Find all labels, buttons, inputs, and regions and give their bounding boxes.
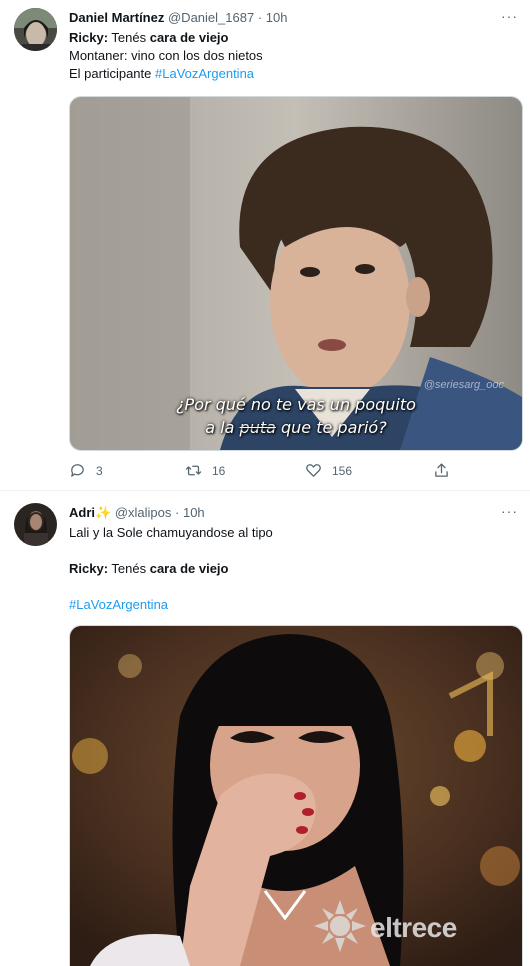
text-segment: El participante bbox=[69, 66, 155, 81]
retweet-button[interactable]: 16 bbox=[185, 462, 225, 479]
tweet-header: Daniel Martínez @Daniel_1687 · 10h bbox=[69, 10, 287, 26]
reply-count: 3 bbox=[96, 463, 103, 478]
text-line: Montaner: vino con los dos nietos bbox=[69, 48, 263, 63]
like-button[interactable]: 156 bbox=[305, 462, 352, 479]
media-logo-text: eltrece bbox=[370, 912, 457, 943]
avatar[interactable] bbox=[14, 503, 57, 546]
text-bold-phrase: cara de viejo bbox=[149, 30, 229, 45]
reply-button[interactable]: 3 bbox=[69, 462, 103, 479]
text-segment: Tenés bbox=[108, 561, 150, 576]
handle[interactable]: @xlalipos bbox=[115, 505, 172, 520]
tweet-header: Adri✨ @xlalipos · 10h bbox=[69, 505, 205, 521]
tweet-actions: 3 16 156 bbox=[69, 462, 521, 480]
text-line: Lali y la Sole chamuyandose al tipo bbox=[69, 525, 273, 540]
subtitle-segment: que te parió? bbox=[275, 418, 387, 437]
share-button[interactable] bbox=[433, 462, 450, 479]
handle[interactable]: @Daniel_1687 bbox=[168, 10, 254, 25]
like-count: 156 bbox=[332, 463, 353, 478]
hashtag-link[interactable]: #LaVozArgentina bbox=[69, 596, 509, 614]
avatar[interactable] bbox=[14, 8, 57, 51]
avatar-image bbox=[14, 503, 57, 546]
retweet-count: 16 bbox=[212, 463, 226, 478]
media-watermark: @seriesarg_ooc bbox=[423, 379, 504, 391]
avatar-image bbox=[14, 8, 57, 51]
hashtag-link[interactable]: #LaVozArgentina bbox=[155, 66, 254, 81]
tweet-2[interactable]: Adri✨ @xlalipos · 10h ··· Lali y la Sole… bbox=[0, 491, 530, 966]
tweet-text: Lali y la Sole chamuyandose al tipo Rick… bbox=[69, 524, 509, 614]
display-name[interactable]: Daniel Martínez bbox=[69, 10, 164, 25]
tweet-media-image[interactable]: eltrece bbox=[69, 625, 523, 966]
text-bold-phrase: cara de viejo bbox=[149, 561, 229, 576]
more-options-button[interactable]: ··· bbox=[501, 503, 518, 519]
text-segment: Tenés bbox=[108, 30, 150, 45]
text-bold-prefix: Ricky: bbox=[69, 30, 109, 45]
share-icon bbox=[435, 463, 448, 477]
retweet-icon bbox=[185, 465, 202, 476]
timestamp[interactable]: 10h bbox=[266, 10, 288, 25]
timestamp[interactable]: 10h bbox=[183, 505, 205, 520]
sparkle-emoji: ✨ bbox=[95, 505, 112, 520]
separator: · bbox=[175, 505, 180, 520]
text-bold-prefix: Ricky: bbox=[69, 561, 109, 576]
subtitle-segment: a la bbox=[205, 418, 240, 437]
subtitle-line-2: a la puta que te parió? bbox=[70, 416, 522, 439]
tweet-1[interactable]: Daniel Martínez @Daniel_1687 · 10h ··· R… bbox=[0, 0, 530, 482]
tweet-media-image[interactable]: @seriesarg_ooc ¿Por qué no te vas un poq… bbox=[69, 96, 523, 451]
more-options-button[interactable]: ··· bbox=[501, 8, 518, 24]
heart-icon bbox=[306, 464, 321, 477]
tweet-text: Ricky: Tenés cara de viejo Montaner: vin… bbox=[69, 29, 509, 83]
subtitle-struck-word: puta bbox=[239, 418, 276, 437]
separator: · bbox=[257, 10, 263, 25]
subtitle-line-1: ¿Por qué no te vas un poquito bbox=[176, 395, 416, 414]
display-name[interactable]: Adri bbox=[69, 505, 95, 520]
media-subtitle: ¿Por qué no te vas un poquito a la puta … bbox=[70, 393, 522, 439]
reply-icon bbox=[71, 464, 84, 477]
